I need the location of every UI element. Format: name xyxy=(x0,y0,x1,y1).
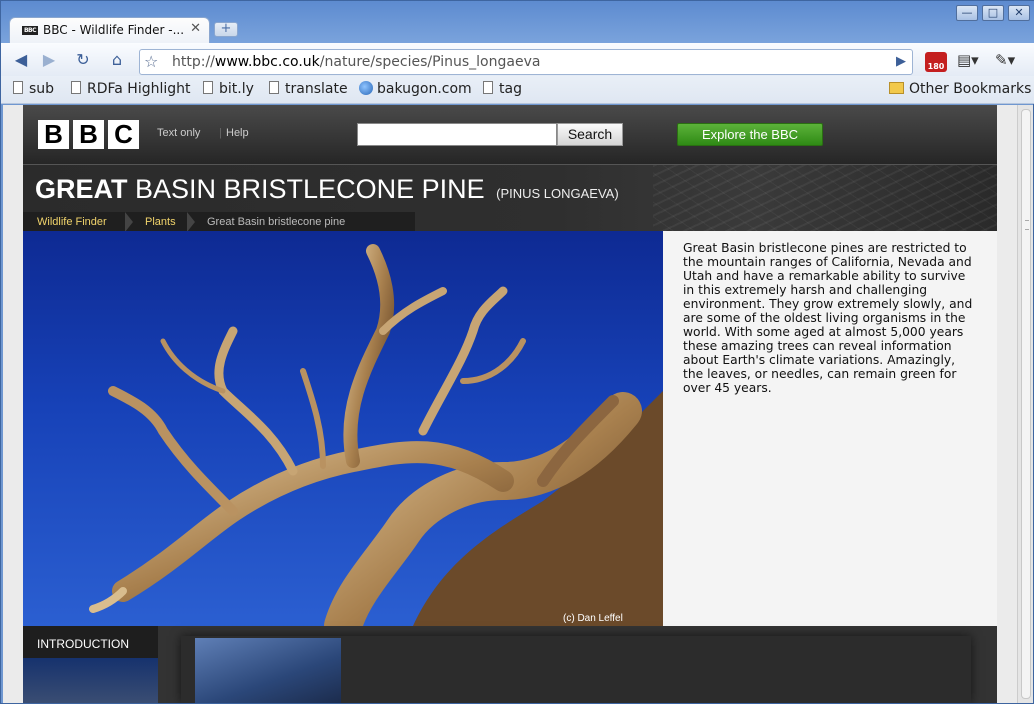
breadcrumb-plants[interactable]: Plants xyxy=(145,212,176,232)
bookmark-item[interactable]: RDFa Highlight xyxy=(71,81,191,97)
bristlecone-pine-photo: (c) Dan Leffel xyxy=(23,231,663,626)
other-bookmarks[interactable]: Other Bookmarks xyxy=(889,81,1031,97)
bookmark-item[interactable]: tag xyxy=(483,81,522,97)
home-icon[interactable]: ⌂ xyxy=(105,49,129,71)
species-title-bar: GREAT BASIN BRISTLECONE PINE (PINUS LONG… xyxy=(23,164,997,232)
bbc-page: BBC Text only | Help Search Explore the … xyxy=(23,105,997,703)
new-tab-button[interactable]: + xyxy=(214,22,238,37)
wrench-menu-icon[interactable]: ✎▾ xyxy=(995,51,1015,69)
page-icon xyxy=(269,81,279,94)
go-arrow-icon[interactable]: ▶ xyxy=(896,54,906,69)
page-icon xyxy=(71,81,81,94)
forward-arrow-icon[interactable]: ▶ xyxy=(37,49,61,71)
maximize-button[interactable]: □ xyxy=(982,5,1004,21)
back-arrow-icon[interactable]: ◀ xyxy=(9,49,33,71)
tab-introduction[interactable]: INTRODUCTION xyxy=(23,626,158,703)
minimize-button[interactable]: — xyxy=(956,5,978,21)
lower-section: INTRODUCTION xyxy=(23,626,997,703)
content-panel xyxy=(181,636,971,703)
introduction-thumbnail xyxy=(23,658,158,703)
search-button[interactable]: Search xyxy=(557,123,623,146)
link-divider: | xyxy=(219,127,222,139)
tab-title: BBC - Wildlife Finder -... xyxy=(43,23,185,37)
description-text: Great Basin bristlecone pines are restri… xyxy=(683,241,973,395)
breadcrumb-separator xyxy=(187,212,195,232)
bbc-masthead: BBC Text only | Help Search Explore the … xyxy=(23,105,997,164)
address-url: http://www.bbc.co.uk/nature/species/Pinu… xyxy=(172,54,541,70)
page-icon xyxy=(483,81,493,94)
bbc-logo[interactable]: BBC xyxy=(38,120,143,149)
bookmarks-bar: sub RDFa Highlight bit.ly translate baku… xyxy=(1,76,1034,104)
breadcrumb-wildlife-finder[interactable]: Wildlife Finder xyxy=(37,212,107,232)
folder-icon xyxy=(889,82,904,94)
breadcrumb-separator xyxy=(125,212,133,232)
explore-the-bbc-button[interactable]: Explore the BBC xyxy=(677,123,823,146)
text-only-link[interactable]: Text only xyxy=(157,127,200,139)
photo-credit: (c) Dan Leffel xyxy=(563,613,623,624)
bookmark-item[interactable]: bakugon.com xyxy=(359,81,472,97)
page-icon xyxy=(203,81,213,94)
leaf-texture xyxy=(653,165,997,232)
bbc-search-input[interactable] xyxy=(357,123,557,146)
bookmark-item[interactable]: translate xyxy=(269,81,348,97)
page-menu-icon[interactable]: ▤▾ xyxy=(957,51,979,69)
video-thumbnail[interactable] xyxy=(195,638,341,703)
extension-180-icon[interactable]: 180 xyxy=(925,52,947,72)
introduction-label: INTRODUCTION xyxy=(37,637,129,651)
page-icon xyxy=(13,81,23,94)
reload-icon[interactable]: ↻ xyxy=(71,49,95,71)
species-description: Great Basin bristlecone pines are restri… xyxy=(663,231,997,626)
tree-illustration xyxy=(89,244,663,626)
globe-icon xyxy=(359,81,373,95)
bookmark-item[interactable]: bit.ly xyxy=(203,81,254,97)
page-viewport: BBC Text only | Help Search Explore the … xyxy=(3,105,1017,703)
breadcrumb-current: Great Basin bristlecone pine xyxy=(207,216,346,228)
browser-toolbar: ◀ ▶ ↻ ⌂ ☆ http://www.bbc.co.uk/nature/sp… xyxy=(1,43,1034,76)
close-tab-icon[interactable]: ✕ xyxy=(190,21,201,36)
vertical-scrollbar[interactable] xyxy=(1017,105,1033,703)
latin-name: (PINUS LONGAEVA) xyxy=(496,186,619,201)
browser-window: BBC BBC - Wildlife Finder -... ✕ + — □ ✕… xyxy=(0,0,1034,704)
scrollbar-thumb[interactable] xyxy=(1021,109,1031,699)
close-window-button[interactable]: ✕ xyxy=(1008,5,1030,21)
tab-strip: BBC BBC - Wildlife Finder -... ✕ + — □ ✕ xyxy=(1,1,1034,43)
tab-bbc-wildlife[interactable]: BBC BBC - Wildlife Finder -... ✕ xyxy=(9,17,210,43)
bookmark-item[interactable]: sub xyxy=(13,81,54,97)
page-title: GREAT BASIN BRISTLECONE PINE (PINUS LONG… xyxy=(35,174,619,204)
bbc-favicon-icon: BBC xyxy=(22,26,38,35)
help-link[interactable]: Help xyxy=(226,127,249,139)
address-bar[interactable]: ☆ http://www.bbc.co.uk/nature/species/Pi… xyxy=(139,49,913,75)
bookmark-star-icon[interactable]: ☆ xyxy=(144,52,158,71)
